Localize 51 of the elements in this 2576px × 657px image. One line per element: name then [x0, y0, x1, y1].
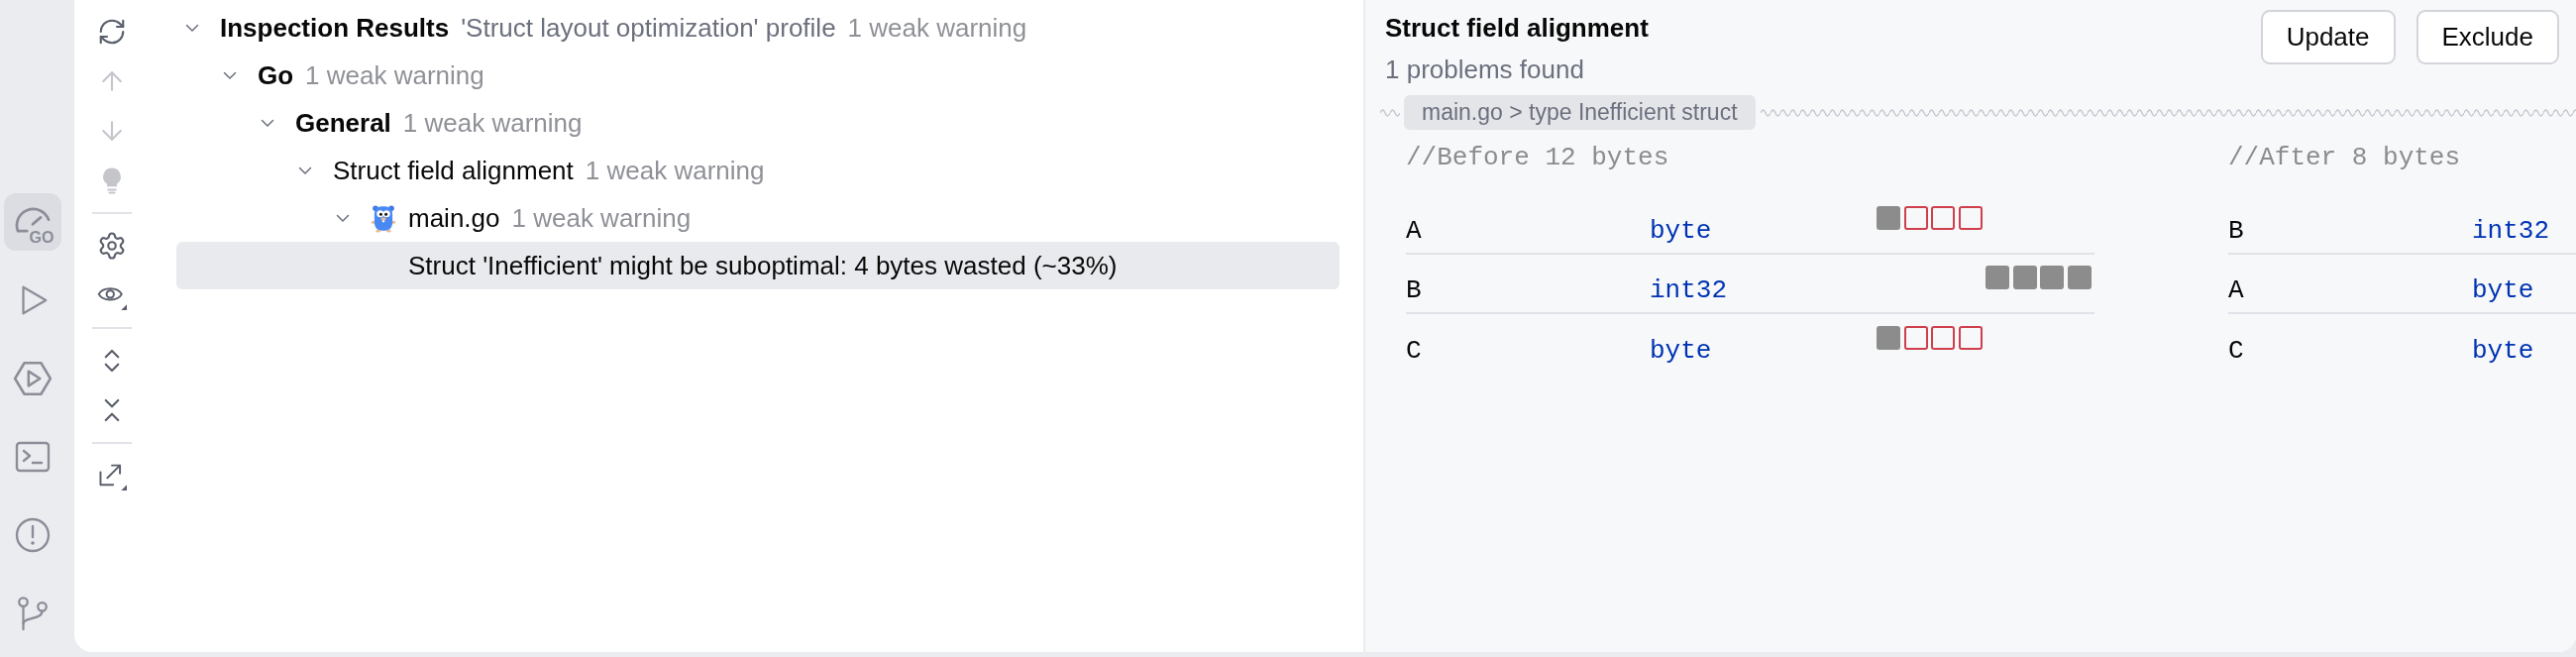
padding-block-icon	[1931, 326, 1955, 350]
warning-circle-icon	[13, 515, 53, 555]
node-label: Struct field alignment	[333, 155, 574, 186]
field-name: B	[2228, 215, 2245, 247]
field-name: B	[1406, 274, 1423, 306]
breadcrumb[interactable]: main.go > type Inefficient struct	[1404, 95, 1756, 130]
field-name: A	[1406, 215, 1423, 247]
tree-row[interactable]: Struct 'Inefficient' might be suboptimal: 4 bytes wasted (~33%)	[176, 242, 1340, 289]
node-label: Struct 'Inefficient' might be suboptimal: 4 bytes wasted (~33%)	[408, 250, 1118, 281]
field-type: int32	[1650, 274, 1728, 306]
field-type: byte	[2472, 335, 2535, 367]
byte-block-icon	[1877, 326, 1900, 350]
tree-row[interactable]: main.go 1 weak warning	[176, 194, 1340, 242]
problems-summary: 1 problems found	[1385, 54, 1585, 85]
padding-block-icon	[1903, 206, 1928, 230]
warning-count: 1 weak warning	[402, 107, 583, 139]
layout-heading: //After 8 bytes	[2228, 142, 2462, 174]
field-name: C	[2228, 335, 2245, 367]
byte-block-icon	[2067, 266, 2092, 289]
field-type: byte	[2472, 274, 2535, 306]
node-label: Go	[258, 59, 294, 91]
field-type: int32	[2472, 215, 2550, 247]
node-label: General	[295, 107, 391, 139]
field-type: byte	[1650, 215, 1713, 247]
gopher-icon	[371, 203, 396, 233]
tree-row[interactable]: General 1 weak warning	[176, 99, 1340, 147]
action-button[interactable]: Exclude	[2415, 10, 2559, 64]
tree-row[interactable]: Inspection Results 'Struct layout optimization' profile 1 weak warning	[176, 4, 1340, 52]
byte-block-icon	[2012, 266, 2037, 289]
field-name: C	[1406, 335, 1423, 367]
byte-block-icon	[1986, 266, 2009, 289]
warning-count: 1 weak warning	[585, 155, 765, 186]
profile-name: 'Struct layout optimization' profile	[461, 12, 836, 44]
byte-block-icon	[2040, 266, 2064, 289]
details-title: Struct field alignment	[1385, 12, 1649, 44]
node-label: main.go	[408, 202, 500, 234]
tree-row[interactable]: Go 1 weak warning	[176, 52, 1340, 99]
padding-block-icon	[1958, 206, 1983, 230]
tree-row[interactable]: Struct field alignment 1 weak warning	[176, 147, 1340, 194]
padding-block-icon	[1931, 206, 1955, 230]
warning-count: 1 weak warning	[305, 59, 484, 91]
layout-heading: //Before 12 bytes	[1406, 142, 1670, 174]
node-label: Inspection Results	[220, 12, 450, 44]
warning-count: 1 weak warning	[511, 202, 692, 234]
field-name: A	[2228, 274, 2245, 306]
field-type: byte	[1650, 335, 1713, 367]
warning-count: 1 weak warning	[847, 12, 1027, 44]
action-button[interactable]: Update	[2260, 10, 2396, 64]
byte-block-icon	[1877, 206, 1900, 230]
padding-block-icon	[1903, 326, 1928, 350]
padding-block-icon	[1958, 326, 1983, 350]
